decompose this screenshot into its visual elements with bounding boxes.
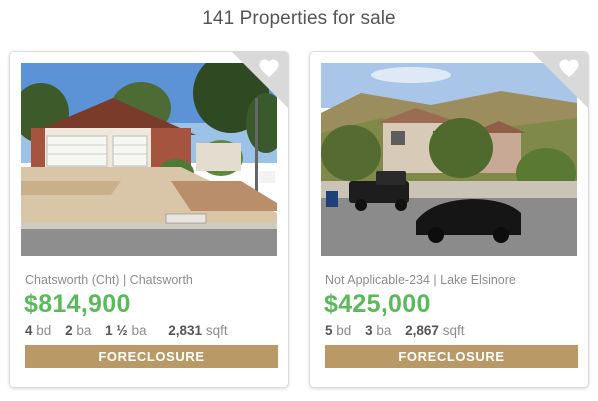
heart-icon[interactable]	[258, 58, 280, 78]
listing-specs: 5 bd 3 ba 2,867 sqft	[325, 323, 474, 338]
listing-location: Not Applicable-234 | Lake Elsinore	[325, 273, 516, 287]
baths-count: 3	[365, 323, 373, 338]
sqft-unit: sqft	[205, 323, 228, 338]
beds-unit: bd	[336, 323, 352, 338]
baths-count: 2	[65, 323, 73, 338]
listing-price: $425,000	[324, 290, 431, 318]
listing-location: Chatsworth (Cht) | Chatsworth	[25, 273, 193, 287]
page-title: 141 Properties for sale	[202, 8, 396, 29]
beds-count: 5	[325, 323, 333, 338]
heart-icon[interactable]	[558, 58, 580, 78]
baths-unit: ba	[76, 323, 92, 338]
beds-unit: bd	[36, 323, 52, 338]
property-card[interactable]: Chatsworth (Cht) | Chatsworth $814,900 4…	[9, 51, 289, 388]
status-badge: FORECLOSURE	[25, 345, 278, 368]
property-card[interactable]: Not Applicable-234 | Lake Elsinore $425,…	[309, 51, 589, 388]
sqft-unit: sqft	[442, 323, 465, 338]
beds-count: 4	[25, 323, 33, 338]
status-badge: FORECLOSURE	[325, 345, 578, 368]
half-baths-unit: ba	[131, 323, 147, 338]
half-baths-count: 1 ½	[105, 323, 128, 338]
sqft-count: 2,831	[168, 323, 203, 338]
sqft-count: 2,867	[405, 323, 439, 338]
baths-unit: ba	[376, 323, 392, 338]
listing-specs: 4 bd 2 ba 1 ½ ba 2,831 sqft	[25, 323, 238, 338]
listing-price: $814,900	[24, 290, 131, 318]
